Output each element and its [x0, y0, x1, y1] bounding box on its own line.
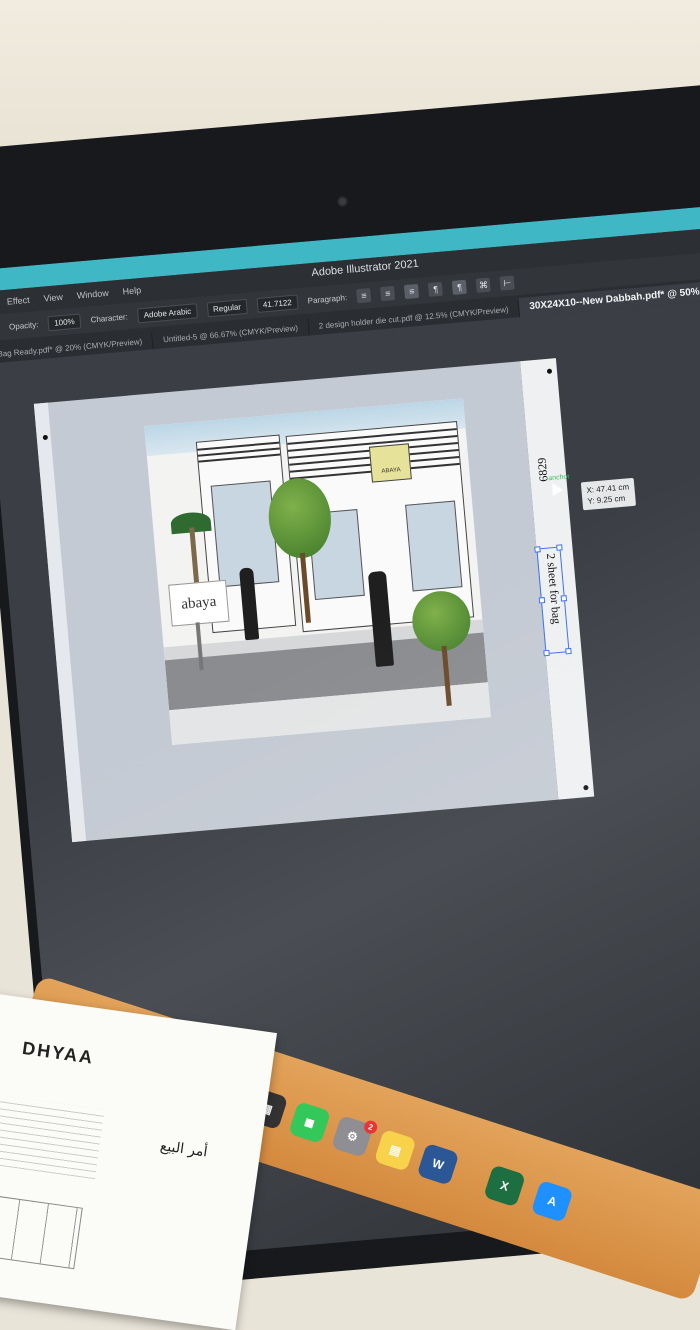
font-style-field[interactable]: Regular	[206, 298, 248, 317]
paper-table	[0, 1190, 83, 1270]
paper-title: أمر البيع	[159, 1138, 209, 1161]
menu-effect[interactable]: Effect	[6, 295, 30, 307]
font-size-field[interactable]: 41.7122	[256, 293, 299, 313]
menu-view[interactable]: View	[43, 292, 63, 304]
shop-sign: ABAYA	[368, 443, 412, 483]
align-objects-icon[interactable]: ⊢	[499, 275, 516, 291]
paper-brand: DHYAA	[21, 1037, 96, 1068]
coord-y: Y: 9.25 cm	[587, 493, 626, 506]
paragraph-label[interactable]: Paragraph:	[307, 293, 347, 305]
notification-badge: 2	[362, 1118, 379, 1136]
menu-window[interactable]: Window	[76, 288, 109, 301]
shop-window	[405, 500, 463, 592]
rtl-direction-icon[interactable]: ¶	[452, 279, 468, 295]
opacity-label: Opacity:	[8, 319, 39, 332]
storefront-illustration[interactable]: ABAYA abaya	[144, 398, 491, 746]
word-icon[interactable]: W	[416, 1142, 460, 1186]
menu-help[interactable]: Help	[122, 285, 141, 297]
character-label[interactable]: Character:	[90, 312, 128, 324]
webcam	[337, 196, 348, 207]
opacity-field[interactable]: 100%	[47, 312, 82, 331]
settings-icon[interactable]: ⚙ 2	[330, 1115, 379, 1158]
facetime-icon[interactable]: ◼	[288, 1101, 332, 1144]
ltr-direction-icon[interactable]: ¶	[428, 281, 444, 297]
paper-address-lines	[0, 1093, 105, 1180]
align-left-icon[interactable]: ≡	[356, 288, 372, 304]
notes-icon[interactable]: ▤	[373, 1128, 417, 1172]
app-store-icon[interactable]: A	[530, 1179, 574, 1223]
transform-icon[interactable]: ⌘	[475, 277, 492, 293]
coordinate-tooltip: X: 47.41 cm Y: 9.25 cm	[580, 477, 636, 511]
abaya-sign: abaya	[168, 579, 230, 627]
sales-order-paper: DHYAA أمر البيع	[0, 990, 277, 1330]
palm-trunk	[189, 527, 200, 588]
align-center-icon[interactable]: ≡	[380, 285, 396, 302]
align-right-icon[interactable]: ≡	[404, 283, 420, 300]
excel-icon[interactable]: X	[483, 1164, 526, 1208]
font-family-field[interactable]: Adobe Arabic	[137, 302, 198, 323]
